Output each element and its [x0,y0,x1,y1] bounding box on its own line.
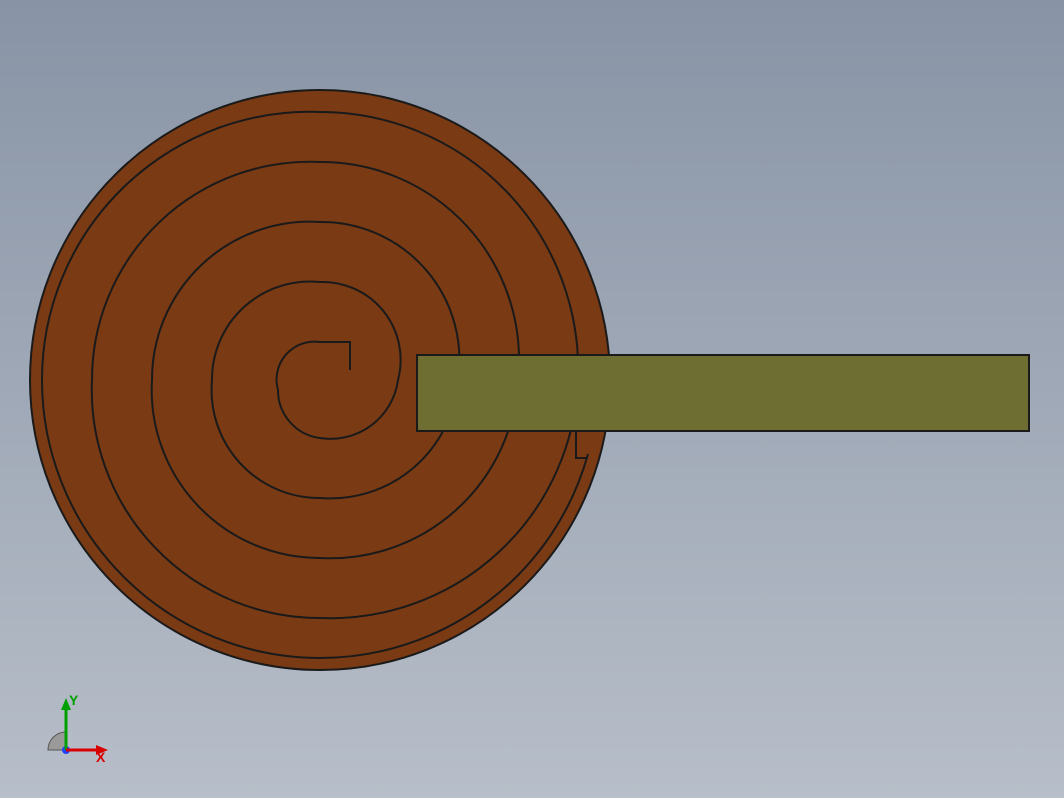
triad-y-label: Y [69,692,79,708]
view-triad[interactable]: Y X [30,690,108,768]
triad-x-label: X [96,749,106,765]
model-canvas[interactable] [0,0,1064,798]
bar-part[interactable] [417,355,1029,431]
cad-viewport[interactable]: Y X [0,0,1064,798]
